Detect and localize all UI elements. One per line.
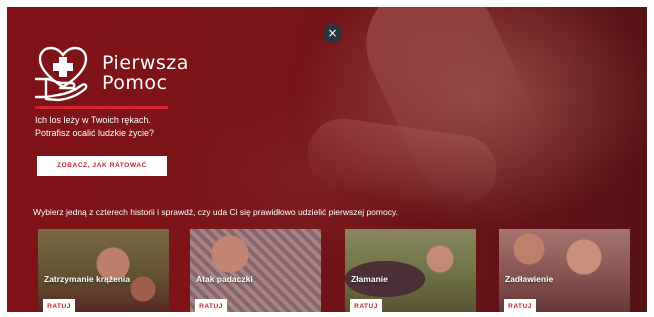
close-button[interactable]: × — [323, 24, 342, 43]
story-card-choking[interactable]: Zadławienie RATUJ — [499, 229, 630, 312]
story-card-fracture[interactable]: Złamanie RATUJ — [345, 229, 476, 312]
heart-hand-plus-icon — [34, 46, 88, 102]
tagline-line-2: Potrafisz ocalić ludzkie życie? — [35, 128, 155, 138]
logo-text: Pierwsza Pomoc — [102, 53, 189, 93]
intro-text: Wybierz jedną z czterech historii i spra… — [33, 207, 398, 217]
logo-line-2: Pomoc — [102, 72, 168, 94]
story-title: Zadławienie — [505, 274, 554, 284]
accent-divider — [35, 106, 168, 109]
rescue-button[interactable]: RATUJ — [195, 299, 227, 312]
story-cards: Zatrzymanie krążenia RATUJ Atak padaczki… — [38, 229, 638, 312]
rescue-button[interactable]: RATUJ — [350, 299, 382, 312]
logo-line-1: Pierwsza — [102, 52, 189, 74]
story-card-seizure[interactable]: Atak padaczki RATUJ — [190, 229, 321, 312]
tagline: Ich los leży w Twoich rękach. Potrafisz … — [35, 114, 154, 140]
logo: Pierwsza Pomoc — [32, 43, 189, 103]
story-title: Atak padaczki — [196, 274, 253, 284]
hero-modal: × Pierwsza Pomoc Ich los leży w Twoich r… — [7, 7, 647, 312]
rescue-button[interactable]: RATUJ — [43, 299, 75, 312]
story-title: Złamanie — [351, 274, 388, 284]
rescue-button[interactable]: RATUJ — [504, 299, 536, 312]
see-how-to-rescue-button[interactable]: ZOBACZ, JAK RATOWAĆ — [37, 156, 167, 176]
story-title: Zatrzymanie krążenia — [44, 274, 130, 284]
story-card-cardiac-arrest[interactable]: Zatrzymanie krążenia RATUJ — [38, 229, 169, 312]
tagline-line-1: Ich los leży w Twoich rękach. — [35, 115, 151, 125]
